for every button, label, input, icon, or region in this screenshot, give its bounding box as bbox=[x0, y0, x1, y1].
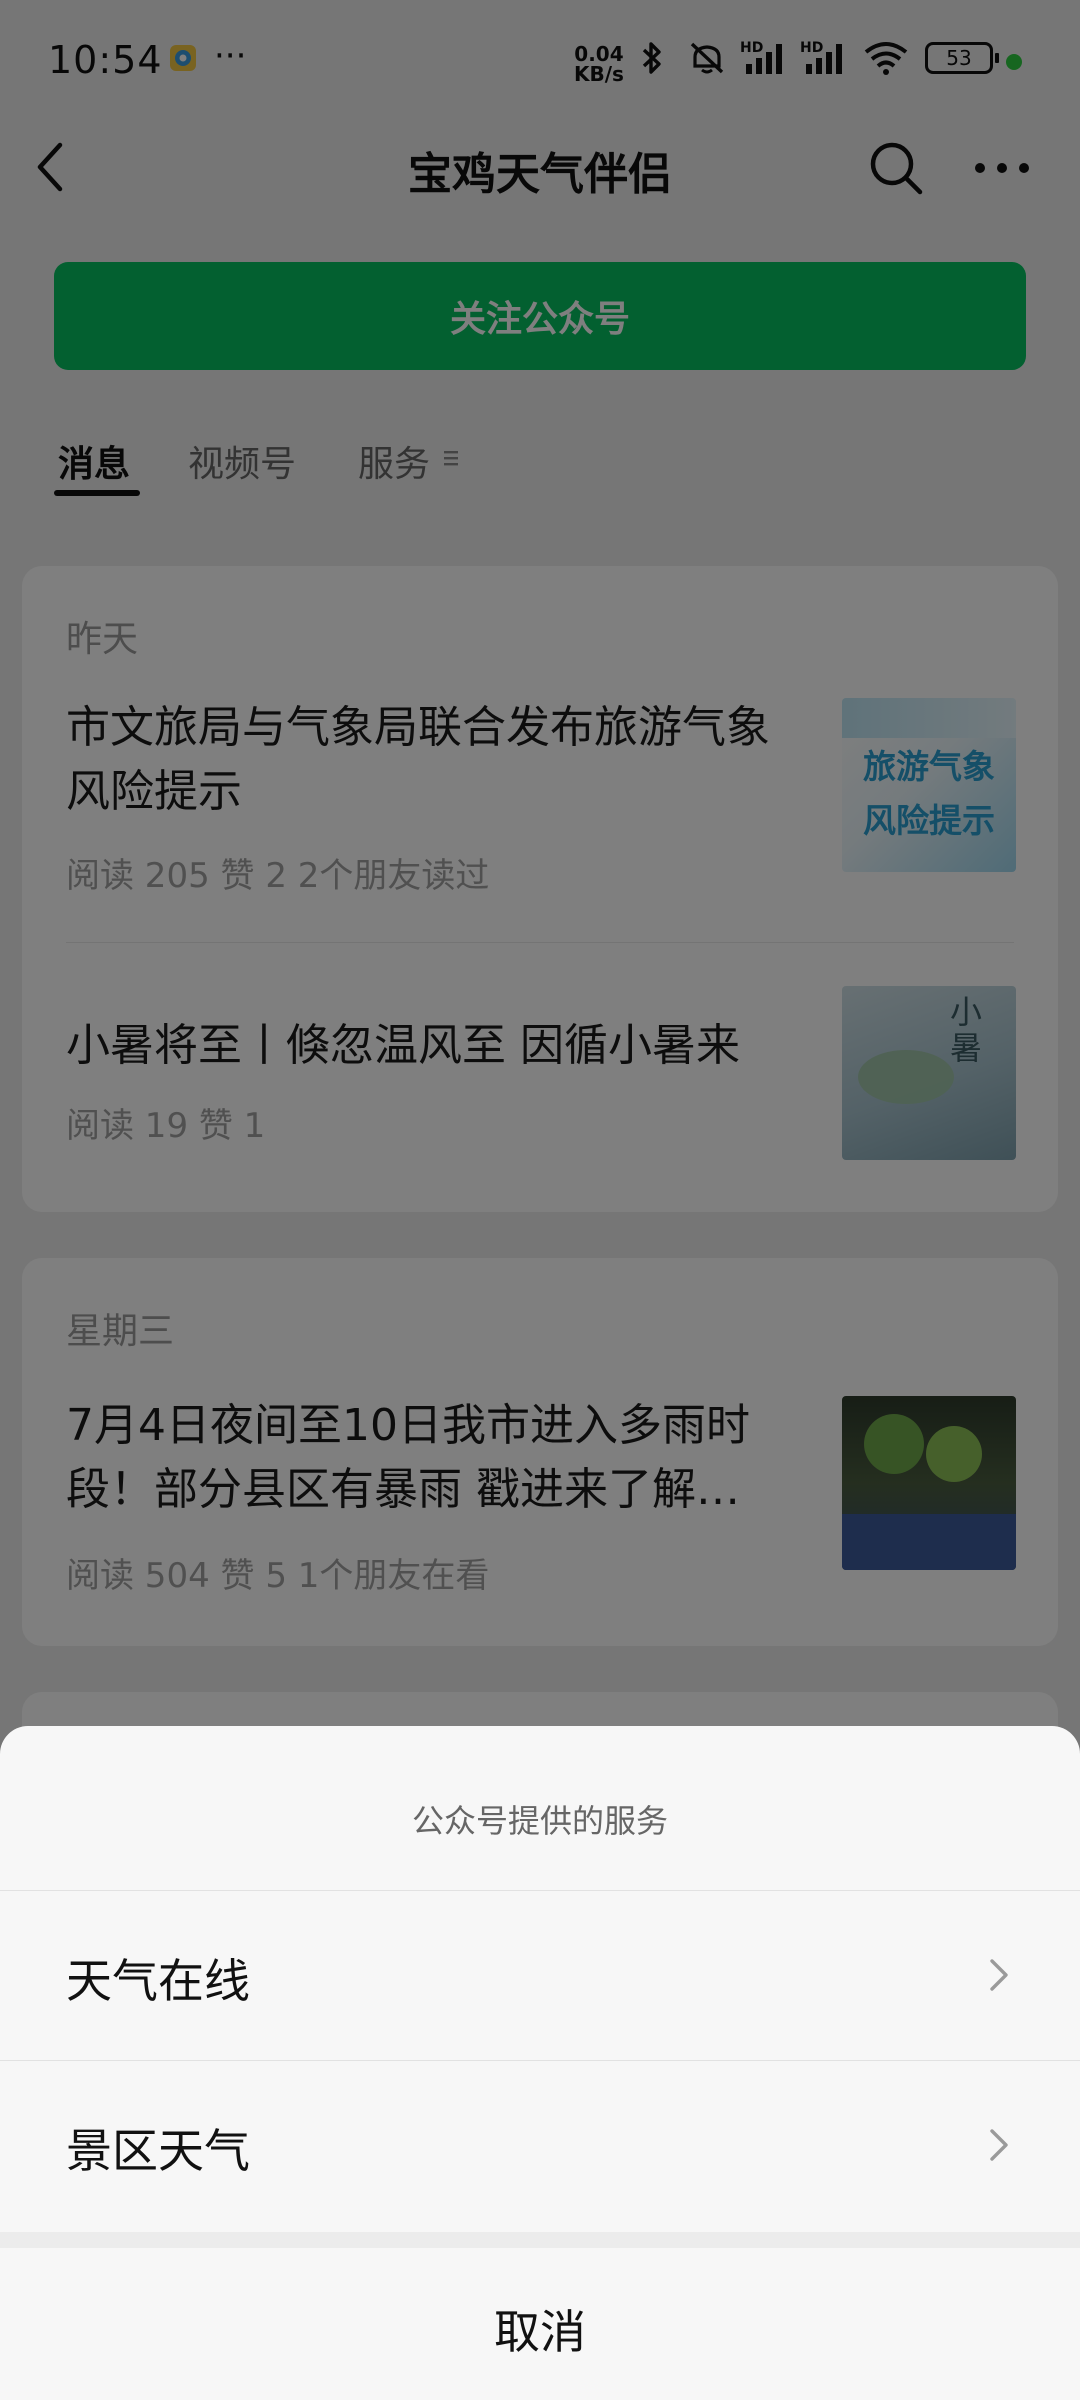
sheet-title: 公众号提供的服务 bbox=[411, 1802, 668, 1840]
cancel-button[interactable]: 取消 bbox=[0, 2296, 1080, 2362]
chevron-right-icon bbox=[990, 2129, 1008, 2161]
service-item-label: 天气在线 bbox=[66, 1954, 250, 2008]
chevron-right-icon bbox=[990, 1959, 1008, 1991]
sheet-separator bbox=[0, 2232, 1080, 2248]
service-item-weather-online[interactable]: 天气在线 bbox=[0, 1891, 1080, 2059]
service-item-label: 景区天气 bbox=[66, 2124, 250, 2178]
service-item-scenic-weather[interactable]: 景区天气 bbox=[0, 2061, 1080, 2229]
